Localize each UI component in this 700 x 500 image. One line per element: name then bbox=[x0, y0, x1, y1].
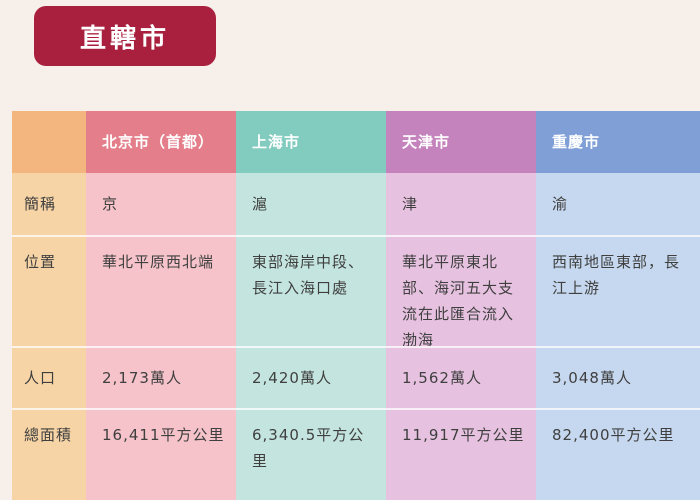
cell-tianjin-population: 1,562萬人 bbox=[386, 346, 536, 408]
page-title: 直轄市 bbox=[34, 6, 216, 66]
cell-tianjin-abbreviation: 津 bbox=[386, 173, 536, 235]
header-chongqing: 重慶市 bbox=[536, 111, 700, 173]
cell-chongqing-location: 西南地區東部，長江上游 bbox=[536, 235, 700, 346]
cell-tianjin-area: 11,917平方公里 bbox=[386, 408, 536, 500]
cell-shanghai-area: 6,340.5平方公里 bbox=[236, 408, 386, 500]
municipalities-table: 北京市（首都） 上海市 天津市 重慶市 簡稱 京 滬 津 渝 位置 華北平原西北… bbox=[12, 111, 700, 500]
cell-beijing-population: 2,173萬人 bbox=[86, 346, 236, 408]
row-label-population: 人口 bbox=[12, 346, 86, 408]
cell-chongqing-abbreviation: 渝 bbox=[536, 173, 700, 235]
cell-shanghai-abbreviation: 滬 bbox=[236, 173, 386, 235]
header-beijing: 北京市（首都） bbox=[86, 111, 236, 173]
header-tianjin: 天津市 bbox=[386, 111, 536, 173]
row-label-abbreviation: 簡稱 bbox=[12, 173, 86, 235]
cell-chongqing-population: 3,048萬人 bbox=[536, 346, 700, 408]
header-corner bbox=[12, 111, 86, 173]
header-shanghai: 上海市 bbox=[236, 111, 386, 173]
cell-beijing-abbreviation: 京 bbox=[86, 173, 236, 235]
cell-shanghai-location: 東部海岸中段、長江入海口處 bbox=[236, 235, 386, 346]
cell-beijing-area: 16,411平方公里 bbox=[86, 408, 236, 500]
row-label-total-area: 總面積 bbox=[12, 408, 86, 500]
row-label-location: 位置 bbox=[12, 235, 86, 346]
cell-shanghai-population: 2,420萬人 bbox=[236, 346, 386, 408]
cell-chongqing-area: 82,400平方公里 bbox=[536, 408, 700, 500]
cell-tianjin-location: 華北平原東北部、海河五大支流在此匯合流入渤海 bbox=[386, 235, 536, 349]
cell-beijing-location: 華北平原西北端 bbox=[86, 235, 236, 346]
